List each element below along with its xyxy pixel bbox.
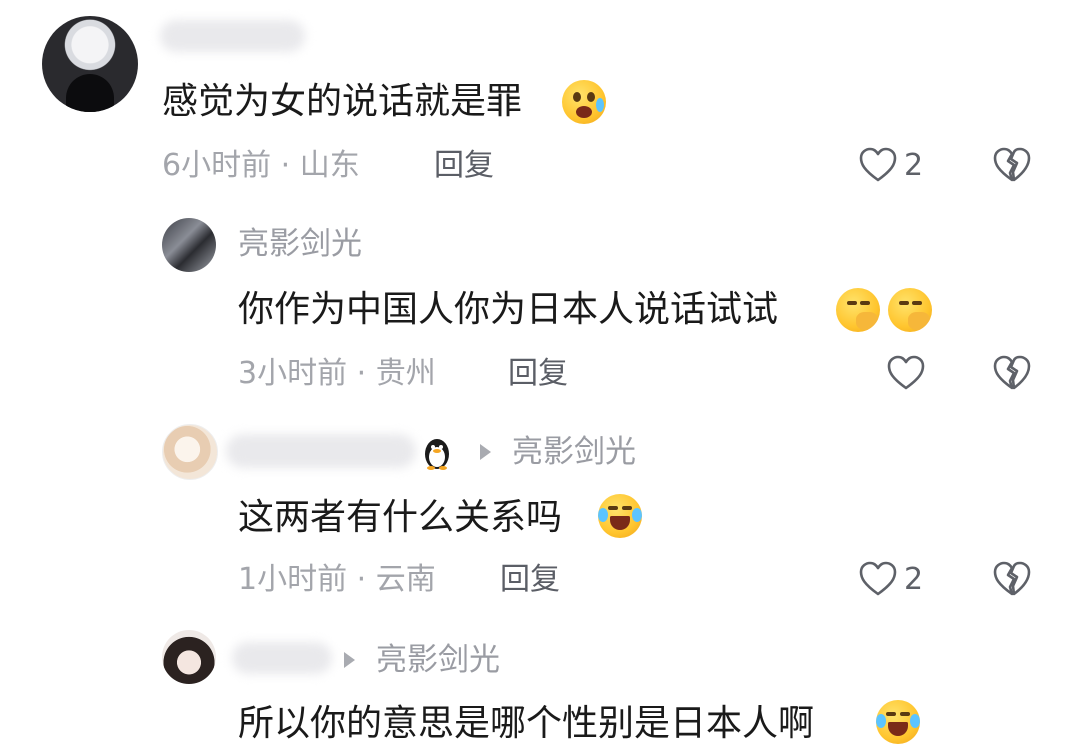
dislike-button[interactable] (992, 560, 1032, 598)
username-blurred[interactable] (160, 20, 305, 52)
broken-heart-icon (993, 147, 1031, 182)
timestamp: 3小时前 (238, 356, 348, 391)
comment-text: 所以你的意思是哪个性别是日本人啊 (238, 703, 815, 744)
dislike-button[interactable] (992, 146, 1032, 184)
location: 云南 (375, 562, 436, 597)
avatar[interactable] (162, 630, 216, 684)
username[interactable]: 亮影剑光 (238, 224, 362, 264)
comment-meta: 1小时前 · 云南 (238, 560, 436, 600)
comment-text: 感觉为女的说话就是罪 (162, 81, 523, 122)
fearful-crying-face-emoji (562, 80, 606, 124)
comment-meta: 3小时前 · 贵州 (238, 354, 436, 394)
avatar[interactable] (162, 424, 218, 480)
comment-text: 这两者有什么关系吗 (238, 497, 563, 538)
penguin-icon (425, 439, 449, 470)
like-button[interactable] (886, 354, 926, 392)
like-button[interactable]: 2 (858, 560, 923, 598)
face-with-hand-over-mouth-emoji (888, 288, 932, 332)
like-count: 2 (904, 147, 924, 183)
comment-text: 你作为中国人你为日本人说话试试 (238, 289, 779, 330)
broken-heart-icon (993, 355, 1031, 390)
heart-outline-icon (859, 147, 897, 182)
separator: · (280, 148, 300, 183)
broken-heart-icon (993, 561, 1031, 596)
laughing-crying-face-emoji (598, 494, 642, 538)
timestamp: 1小时前 (238, 562, 348, 597)
face-with-hand-over-mouth-emoji (836, 288, 880, 332)
laughing-crying-face-emoji (876, 700, 920, 744)
separator: · (356, 562, 376, 597)
reply-button[interactable]: 回复 (508, 354, 568, 394)
location: 贵州 (375, 356, 436, 391)
location: 山东 (299, 148, 360, 183)
timestamp: 6小时前 (162, 148, 272, 183)
triangle-right-icon (480, 444, 491, 460)
triangle-right-icon (344, 652, 355, 668)
comment-meta: 6小时前 · 山东 (162, 146, 360, 186)
reply-button[interactable]: 回复 (434, 146, 494, 186)
dislike-button[interactable] (992, 354, 1032, 392)
username-blurred[interactable] (232, 642, 332, 674)
like-button[interactable]: 2 (858, 146, 923, 184)
heart-outline-icon (887, 355, 925, 390)
heart-outline-icon (859, 561, 897, 596)
username-blurred[interactable] (226, 434, 416, 468)
reply-to-username[interactable]: 亮影剑光 (512, 432, 636, 472)
avatar[interactable] (42, 16, 138, 112)
like-count: 2 (904, 561, 924, 597)
avatar[interactable] (162, 218, 216, 272)
separator: · (356, 356, 376, 391)
reply-button[interactable]: 回复 (500, 560, 560, 600)
reply-to-username[interactable]: 亮影剑光 (376, 640, 500, 680)
